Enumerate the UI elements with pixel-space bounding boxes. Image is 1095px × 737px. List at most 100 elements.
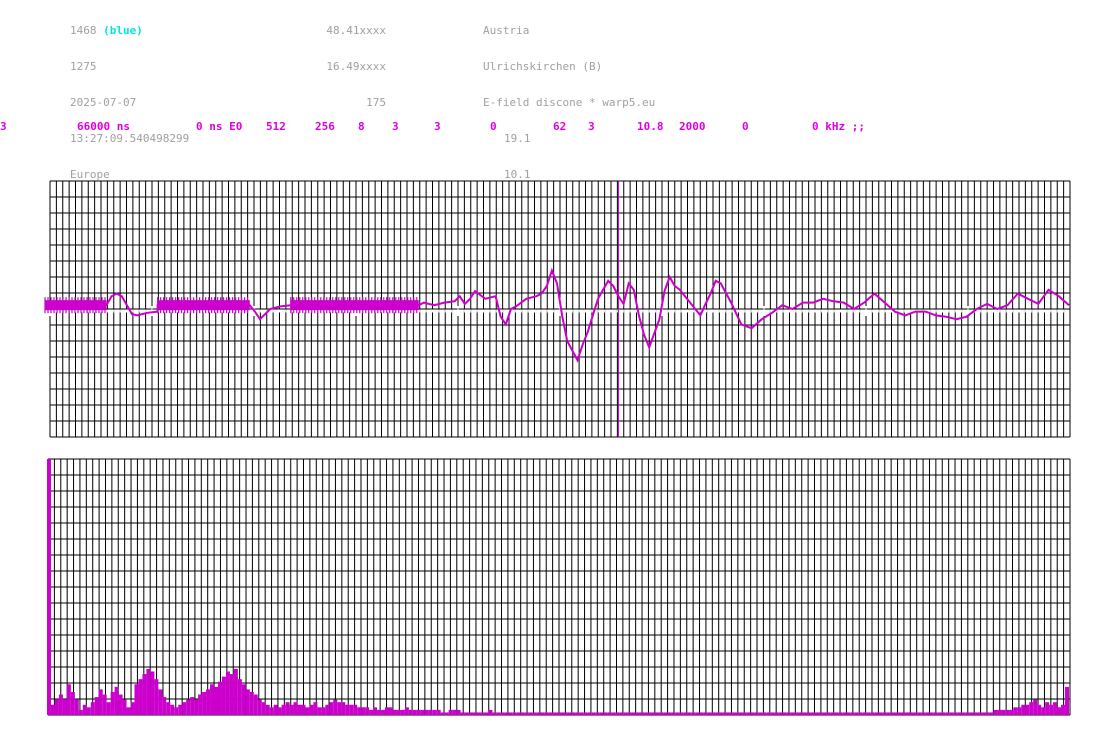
spectrum-bar	[1013, 707, 1018, 715]
spectrum-bar	[1057, 707, 1062, 715]
spectrum-bar	[237, 679, 242, 715]
spectrum-bar	[667, 712, 672, 715]
spectrum-bar	[838, 712, 843, 715]
spectrum-bar	[635, 712, 640, 715]
spectrum-bar	[957, 712, 962, 715]
spectrum-bar	[472, 712, 477, 715]
spectrum-bar	[798, 712, 803, 715]
spectrum-bar	[369, 709, 374, 715]
spectrum-bar	[460, 712, 465, 715]
spectrum-bar	[102, 694, 107, 715]
spectrum-bar	[408, 709, 413, 715]
spectrum-bar	[210, 684, 215, 715]
spectrum-bar	[253, 694, 258, 715]
spectrum-bar	[373, 707, 378, 715]
spectrum-bar	[524, 712, 529, 715]
spectrum-bar	[1061, 704, 1066, 715]
spectrum-bar	[989, 712, 994, 715]
spectrum-bar	[500, 712, 505, 715]
spectrum-bar	[544, 712, 549, 715]
spectrum-bar	[691, 712, 696, 715]
spectrum-bar	[567, 712, 572, 715]
spectrum-bar	[357, 707, 362, 715]
spectrum-bar	[233, 668, 238, 715]
spectrum-bar	[858, 712, 863, 715]
spectrum-bar	[337, 702, 342, 715]
spectrum-bar	[162, 697, 167, 715]
spectrum-bar	[579, 712, 584, 715]
spectrum-bar	[1037, 704, 1042, 715]
spectrum-bar	[730, 712, 735, 715]
spectrum-bar	[790, 712, 795, 715]
spectrum-bar	[536, 712, 541, 715]
spectrum-bar	[512, 712, 517, 715]
spectrum-bar	[484, 712, 489, 715]
spectrum-bar	[615, 712, 620, 715]
spectrum-bar	[86, 707, 91, 715]
spectrum-bar	[313, 702, 318, 715]
spectrum-bar	[707, 712, 712, 715]
spectrum-bar	[241, 684, 246, 715]
spectrum-bar	[949, 712, 954, 715]
spectrum-bar	[806, 712, 811, 715]
spectrum-bar	[965, 712, 970, 715]
spectrum-bar	[78, 709, 83, 715]
spectrum-bar	[221, 676, 226, 715]
spectrum-bar	[289, 704, 294, 715]
spectrum-bar	[627, 712, 632, 715]
spectrum-bar	[802, 712, 807, 715]
spectrum-bar	[945, 712, 950, 715]
spectrum-bar	[146, 668, 151, 715]
spectrum-bar	[651, 712, 656, 715]
spectrum-bar	[663, 712, 668, 715]
spectrum-bar	[361, 707, 366, 715]
spectrum-bar	[388, 707, 393, 715]
spectrum-bar	[178, 704, 183, 715]
spectrum-bar	[746, 712, 751, 715]
spectrum-bar	[385, 707, 389, 715]
spectrum-bar	[377, 709, 382, 715]
spectrum-bar	[639, 712, 644, 715]
spectrum-bar	[47, 459, 51, 715]
spectrum-bar	[74, 699, 79, 715]
spectrum-bar	[198, 694, 203, 715]
spectrum-bar	[217, 681, 222, 715]
spectrum-bar	[786, 712, 791, 715]
spectrum-bar	[727, 712, 731, 715]
spectrum-bar	[810, 712, 815, 715]
spectrum-bar	[428, 709, 433, 715]
spectrum-bar	[456, 709, 461, 715]
spectrum-bar	[229, 674, 234, 715]
spectrum-bar	[126, 707, 131, 715]
spectrum-bar	[528, 712, 533, 715]
spectrum-bar	[878, 712, 883, 715]
spectrum-bar	[961, 712, 966, 715]
spectrum-bar	[599, 712, 604, 715]
spectrum-bar	[794, 712, 799, 715]
spectrum-bar	[82, 704, 87, 715]
spectrum-bar	[269, 707, 274, 715]
spectrum-bar	[882, 712, 887, 715]
spectrum-bar	[985, 712, 990, 715]
spectrum-bar	[245, 689, 250, 715]
spectrum-bar	[890, 712, 895, 715]
spectrum-bar	[134, 684, 139, 715]
spectrum-bar	[818, 712, 823, 715]
spectrum-bar	[1049, 704, 1054, 715]
spectrum-bar	[532, 712, 537, 715]
spectrum-bar	[559, 712, 564, 715]
spectrum-bar	[424, 709, 429, 715]
spectrum-bar	[595, 712, 600, 715]
spectrum-bar	[969, 712, 974, 715]
spectrum-bar	[412, 709, 417, 715]
spectrum-bar	[850, 712, 855, 715]
spectrum-bar	[202, 691, 207, 715]
spectrum-bar	[448, 709, 453, 715]
spectrum-bar	[301, 704, 306, 715]
spectrum-bar	[420, 709, 425, 715]
spectrum-bar	[587, 712, 592, 715]
spectrum-bar	[249, 691, 254, 715]
spectrum-bar	[846, 712, 851, 715]
spectrum-bar	[1017, 707, 1022, 715]
spectrum-bar	[563, 712, 568, 715]
